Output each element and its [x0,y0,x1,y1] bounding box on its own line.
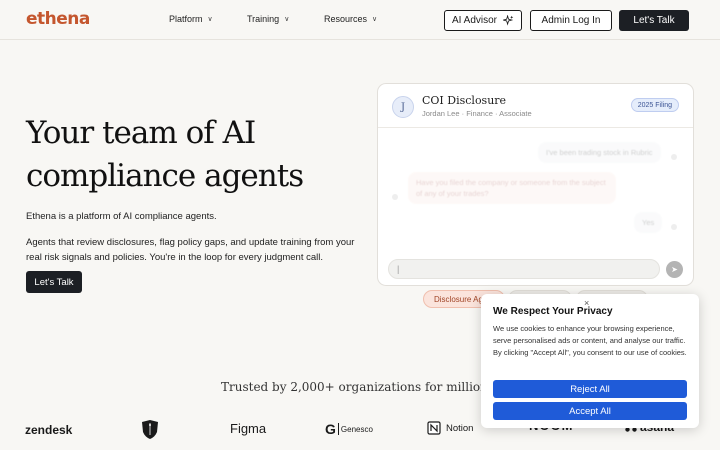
zendesk-logo: zendesk [25,423,73,437]
nav-resources[interactable]: Resources ∨ [324,14,377,24]
sparkle-icon [503,15,514,26]
chat-message: I've been trading stock in Rubric [538,142,661,163]
chevron-down-icon: ∨ [284,16,290,23]
nav-resources-label: Resources [324,14,368,24]
cookie-body: We use cookies to enhance your browsing … [493,324,687,357]
site-header: ethena Platform ∨ Training ∨ Resources ∨… [0,0,720,40]
header-lets-talk-button[interactable]: Let's Talk [619,10,689,31]
nfl-shield-icon [142,420,158,439]
notion-label: Notion [446,422,474,434]
cookie-title: We Respect Your Privacy [493,306,613,317]
hero-title-line2: compliance agents [26,158,304,194]
hero-title: Your team of AI compliance agents [26,112,356,198]
send-icon[interactable]: ➤ [666,261,683,278]
ethena-logo[interactable]: ethena [26,9,90,29]
genesco-g-mark: G [325,421,336,437]
chat-subtitle: Jordan Lee · Finance · Associate [422,109,532,118]
chat-demo-card: J COI Disclosure Jordan Lee · Finance · … [377,83,694,286]
notion-icon [427,421,441,435]
chat-message: Have you filed the company or someone fr… [408,172,616,204]
chat-avatar-dot [671,224,677,230]
nav-training[interactable]: Training ∨ [247,14,289,24]
notion-logo: Notion [427,421,473,435]
chat-avatar-dot [392,194,398,200]
nav-training-label: Training [247,14,280,24]
figma-logo: Figma [230,421,267,436]
chat-avatar-dot [671,154,677,160]
nav-platform-label: Platform [169,14,203,24]
hero-title-line1: Your team of AI [26,115,256,151]
admin-login-button[interactable]: Admin Log In [530,10,612,31]
chat-input[interactable]: | [388,259,660,279]
nav-platform[interactable]: Platform ∨ [169,14,213,24]
hero-lets-talk-button[interactable]: Let's Talk [26,271,82,293]
genesco-divider [337,423,339,435]
avatar: J [392,96,414,118]
chevron-down-icon: ∨ [372,16,378,23]
chat-title: COI Disclosure [422,94,507,107]
reject-all-button[interactable]: Reject All [493,380,687,398]
accept-all-button[interactable]: Accept All [493,402,687,420]
hero-description: Agents that review disclosures, flag pol… [26,237,355,263]
cookie-consent-dialog: × We Respect Your Privacy We use cookies… [481,294,699,428]
genesco-label: Genesco [340,424,373,434]
chevron-down-icon: ∨ [207,16,213,23]
ai-advisor-button[interactable]: AI Advisor [444,10,522,31]
chat-message: Yes [634,212,663,233]
chat-header: J COI Disclosure Jordan Lee · Finance · … [378,84,693,128]
ai-advisor-label: AI Advisor [451,15,498,26]
filing-badge: 2025 Filing [630,98,679,112]
hero-intro: Ethena is a platform of AI compliance ag… [26,211,217,222]
genesco-logo: G Genesco [325,421,373,437]
